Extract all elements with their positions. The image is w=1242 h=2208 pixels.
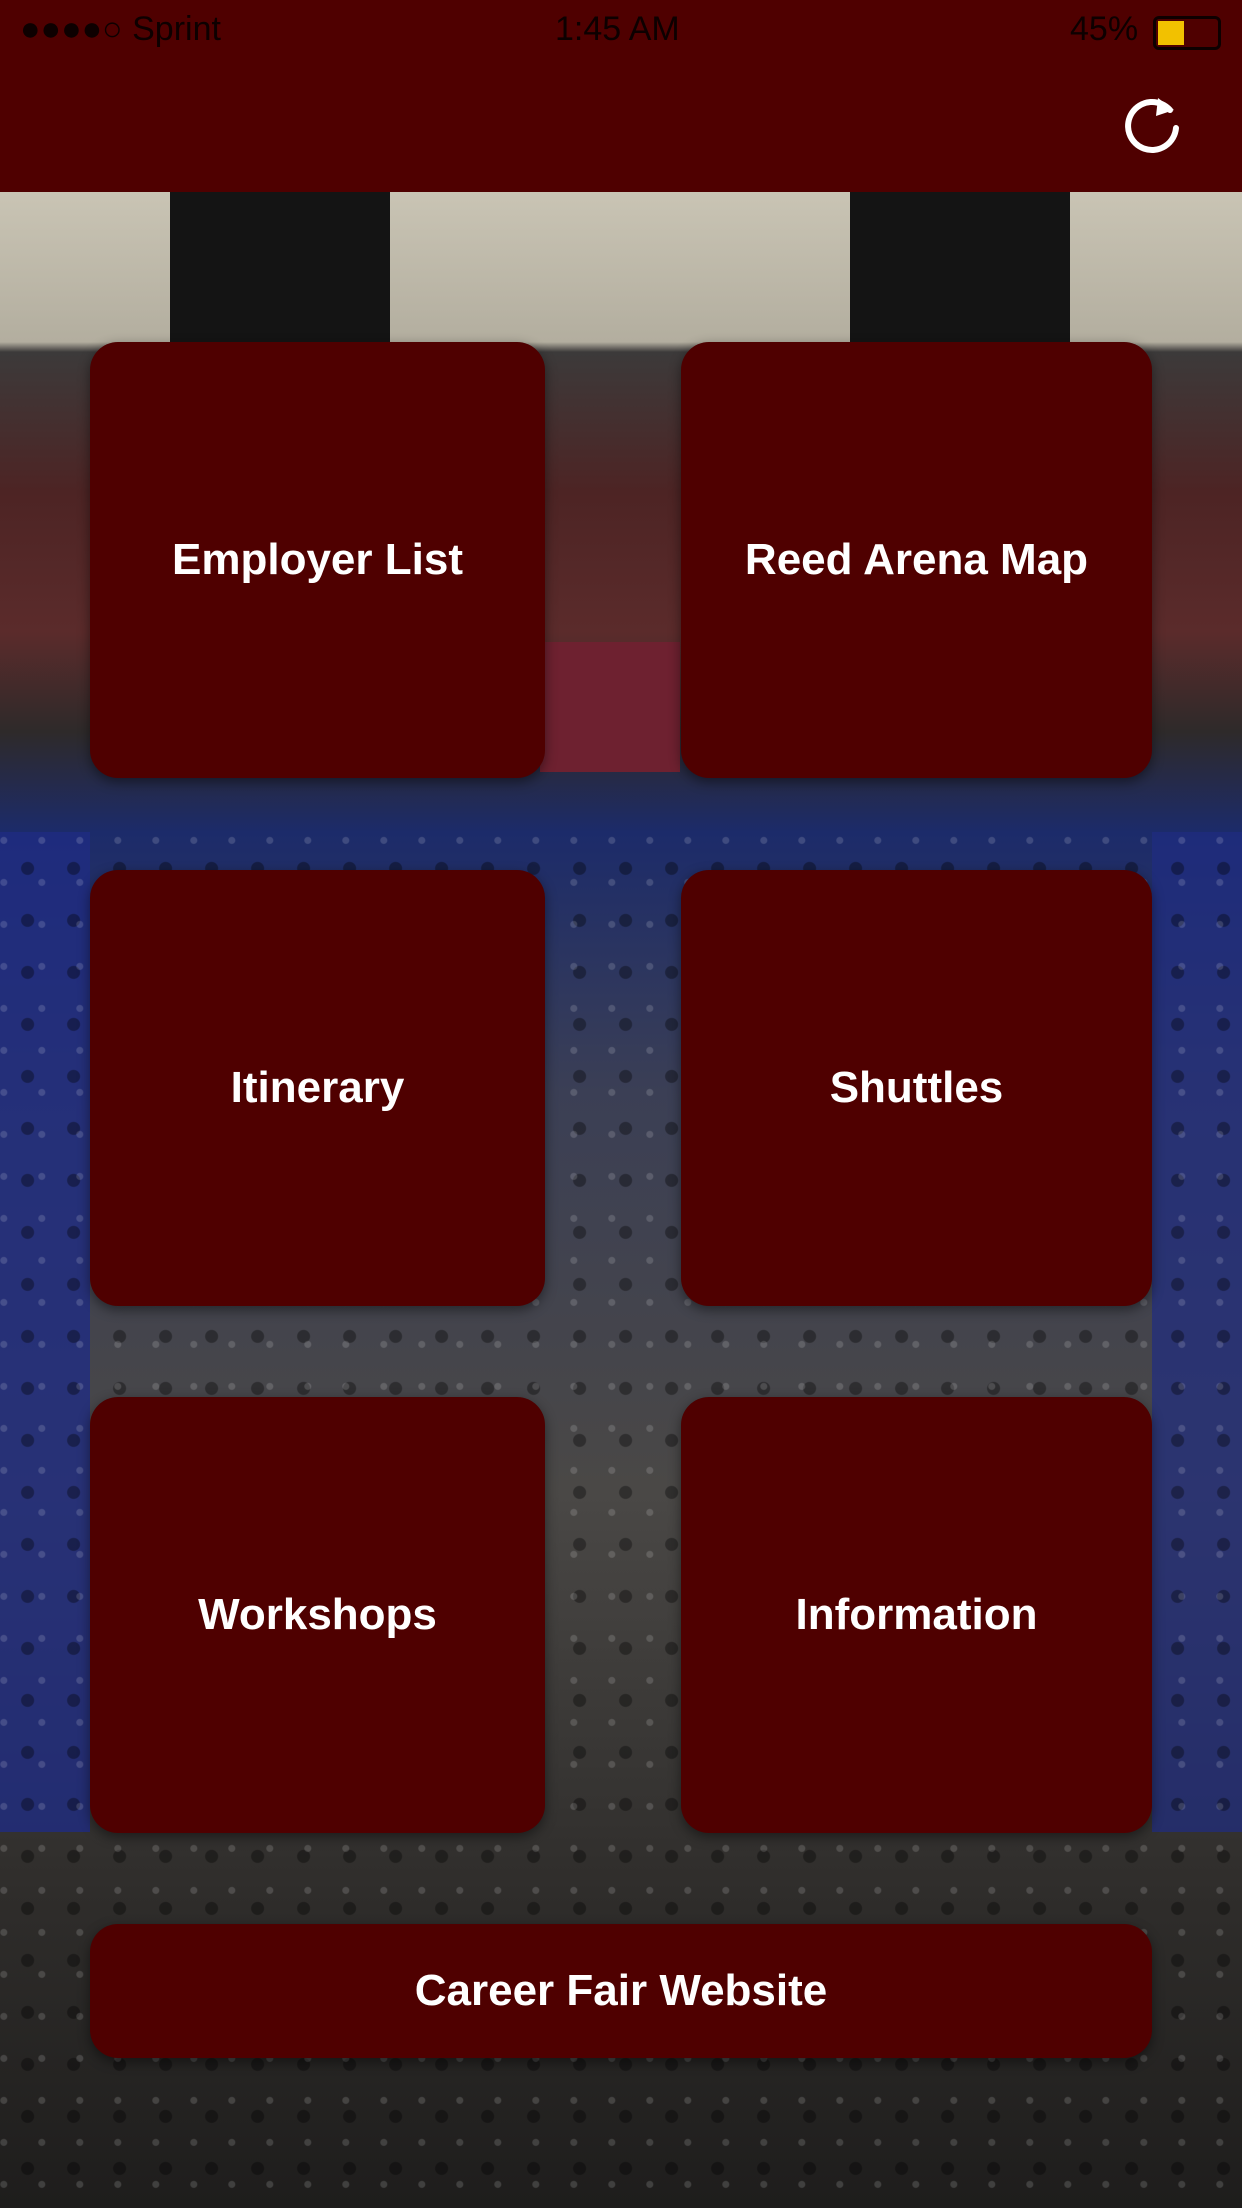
career-fair-website-button[interactable]: Career Fair Website bbox=[90, 1924, 1152, 2058]
reed-arena-map-button[interactable]: Reed Arena Map bbox=[681, 342, 1152, 778]
career-fair-website-label: Career Fair Website bbox=[414, 1966, 828, 2015]
workshops-button[interactable]: Workshops bbox=[90, 1397, 545, 1833]
status-bar: ●●●●○ Sprint 1:45 AM 45% bbox=[0, 0, 1242, 60]
atm-banner bbox=[540, 642, 680, 772]
employer-list-button[interactable]: Employer List bbox=[90, 342, 545, 778]
information-button[interactable]: Information bbox=[681, 1397, 1152, 1833]
refresh-icon bbox=[1125, 98, 1179, 153]
battery-icon bbox=[1153, 16, 1221, 50]
employer-list-label: Employer List bbox=[172, 535, 463, 584]
refresh-button[interactable] bbox=[1118, 88, 1186, 156]
battery-percent: 45% bbox=[1070, 10, 1139, 48]
itinerary-button[interactable]: Itinerary bbox=[90, 870, 545, 1306]
itinerary-label: Itinerary bbox=[230, 1063, 405, 1112]
app-header: ●●●●○ Sprint 1:45 AM 45% bbox=[0, 0, 1242, 192]
workshops-label: Workshops bbox=[198, 1590, 437, 1639]
shuttles-button[interactable]: Shuttles bbox=[681, 870, 1152, 1306]
scoreboard bbox=[170, 192, 390, 342]
scoreboard bbox=[850, 192, 1070, 342]
information-label: Information bbox=[795, 1590, 1038, 1639]
clock-time: 1:45 AM bbox=[555, 10, 680, 48]
carrier-label: ●●●●○ Sprint bbox=[20, 10, 221, 48]
reed-arena-map-label: Reed Arena Map bbox=[744, 535, 1089, 584]
shuttles-label: Shuttles bbox=[829, 1063, 1004, 1112]
